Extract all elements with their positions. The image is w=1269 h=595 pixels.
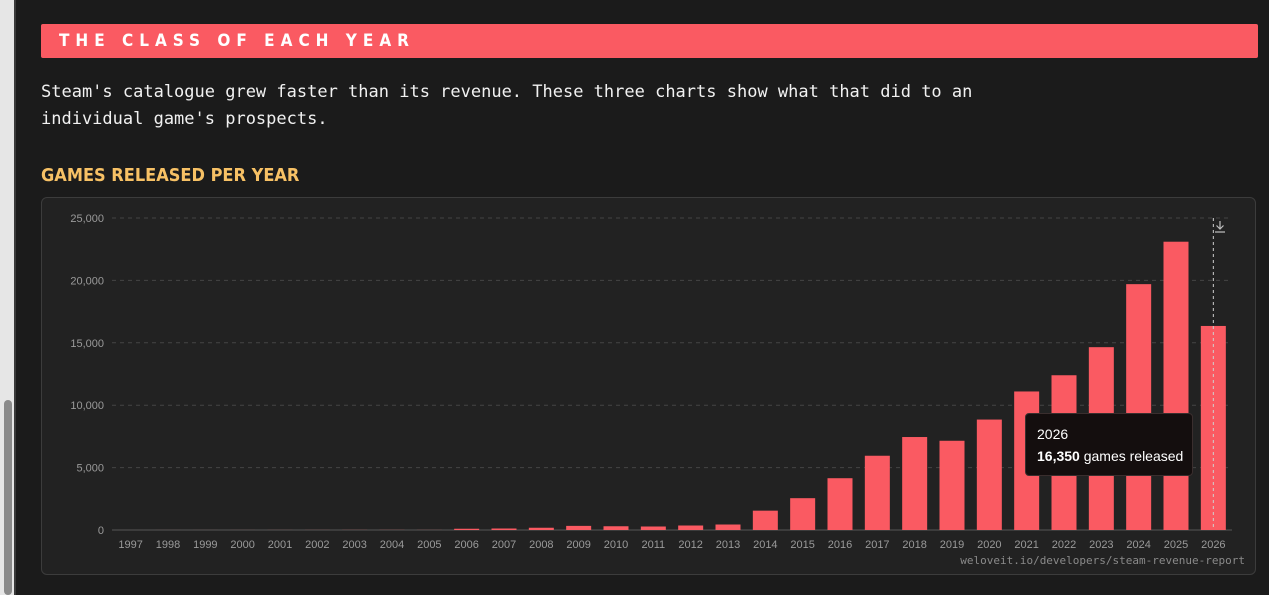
bar-2019[interactable] — [939, 440, 965, 530]
bar-tooltip: 2026 16,350 games released — [1025, 413, 1193, 476]
x-axis-ticks: 1997 1998 1999 2000 2001 2002 2003 2004 2005 2006… — [118, 539, 1225, 551]
x-tick-label: 2001 — [268, 539, 292, 551]
bar-2009[interactable] — [566, 525, 592, 530]
bars — [118, 241, 1226, 530]
x-tick-label: 2005 — [417, 539, 441, 551]
x-tick-label: 2012 — [678, 539, 702, 551]
x-tick-label: 2026 — [1201, 539, 1225, 551]
bar-2024[interactable] — [1126, 284, 1152, 530]
x-tick-label: 2024 — [1126, 539, 1150, 551]
x-tick-label: 2004 — [380, 539, 404, 551]
source-credit: weloveit.io/developers/steam-revenue-rep… — [960, 554, 1245, 567]
bar-2025[interactable] — [1163, 241, 1189, 530]
bar-2007[interactable] — [491, 528, 517, 530]
tooltip-value: 16,350 — [1037, 448, 1080, 464]
x-tick-label: 2021 — [1014, 539, 1038, 551]
x-tick-label: 1999 — [193, 539, 217, 551]
x-tick-label: 2020 — [977, 539, 1001, 551]
x-tick-label: 2017 — [865, 539, 889, 551]
x-tick-label: 2015 — [790, 539, 814, 551]
x-tick-label: 2019 — [940, 539, 964, 551]
x-tick-label: 2023 — [1089, 539, 1113, 551]
y-tick-label: 15,000 — [70, 338, 104, 350]
bar-2020[interactable] — [976, 419, 1002, 530]
bar-2014[interactable] — [752, 510, 778, 530]
x-tick-label: 2010 — [604, 539, 628, 551]
bar-2011[interactable] — [640, 526, 666, 530]
x-tick-label: 2011 — [642, 539, 666, 551]
x-tick-label: 2013 — [716, 539, 740, 551]
x-tick-label: 2002 — [305, 539, 329, 551]
bar-2010[interactable] — [603, 526, 629, 530]
y-tick-label: 5,000 — [76, 463, 104, 475]
x-tick-label: 2000 — [230, 539, 254, 551]
bar-2012[interactable] — [678, 525, 704, 530]
tooltip-value-line: 16,350 games released — [1037, 448, 1183, 464]
y-tick-label: 25,000 — [70, 213, 104, 225]
x-tick-label: 2009 — [566, 539, 590, 551]
x-tick-label: 1997 — [118, 539, 142, 551]
x-tick-label: 2007 — [492, 539, 516, 551]
x-tick-label: 2018 — [902, 539, 926, 551]
bar-2016[interactable] — [827, 478, 853, 530]
bar-2008[interactable] — [528, 527, 554, 530]
y-tick-label: 10,000 — [70, 400, 104, 412]
y-tick-label: 0 — [98, 525, 104, 537]
x-tick-label: 2006 — [454, 539, 478, 551]
x-tick-label: 2025 — [1164, 539, 1188, 551]
x-tick-label: 2008 — [529, 539, 553, 551]
bar-2015[interactable] — [790, 498, 816, 530]
tooltip-suffix: games released — [1079, 448, 1184, 464]
y-axis-ticks: 0 5,000 10,000 15,000 20,000 25,000 — [70, 213, 104, 537]
bar-2018[interactable] — [902, 437, 928, 530]
x-tick-label: 2014 — [753, 539, 777, 551]
bar-chart: 05,00010,00015,00020,00025,000 1997 1998 1… — [70, 213, 1232, 551]
tooltip-year: 2026 — [1037, 426, 1069, 442]
y-tick-label: 20,000 — [70, 275, 104, 287]
bar-2013[interactable] — [715, 524, 741, 530]
bar-2017[interactable] — [864, 455, 890, 530]
x-tick-label: 2022 — [1052, 539, 1076, 551]
x-tick-label: 2003 — [342, 539, 366, 551]
x-tick-label: 1998 — [156, 539, 180, 551]
x-tick-label: 2016 — [828, 539, 852, 551]
bar-2006[interactable] — [454, 528, 480, 530]
download-icon[interactable] — [1212, 218, 1228, 234]
